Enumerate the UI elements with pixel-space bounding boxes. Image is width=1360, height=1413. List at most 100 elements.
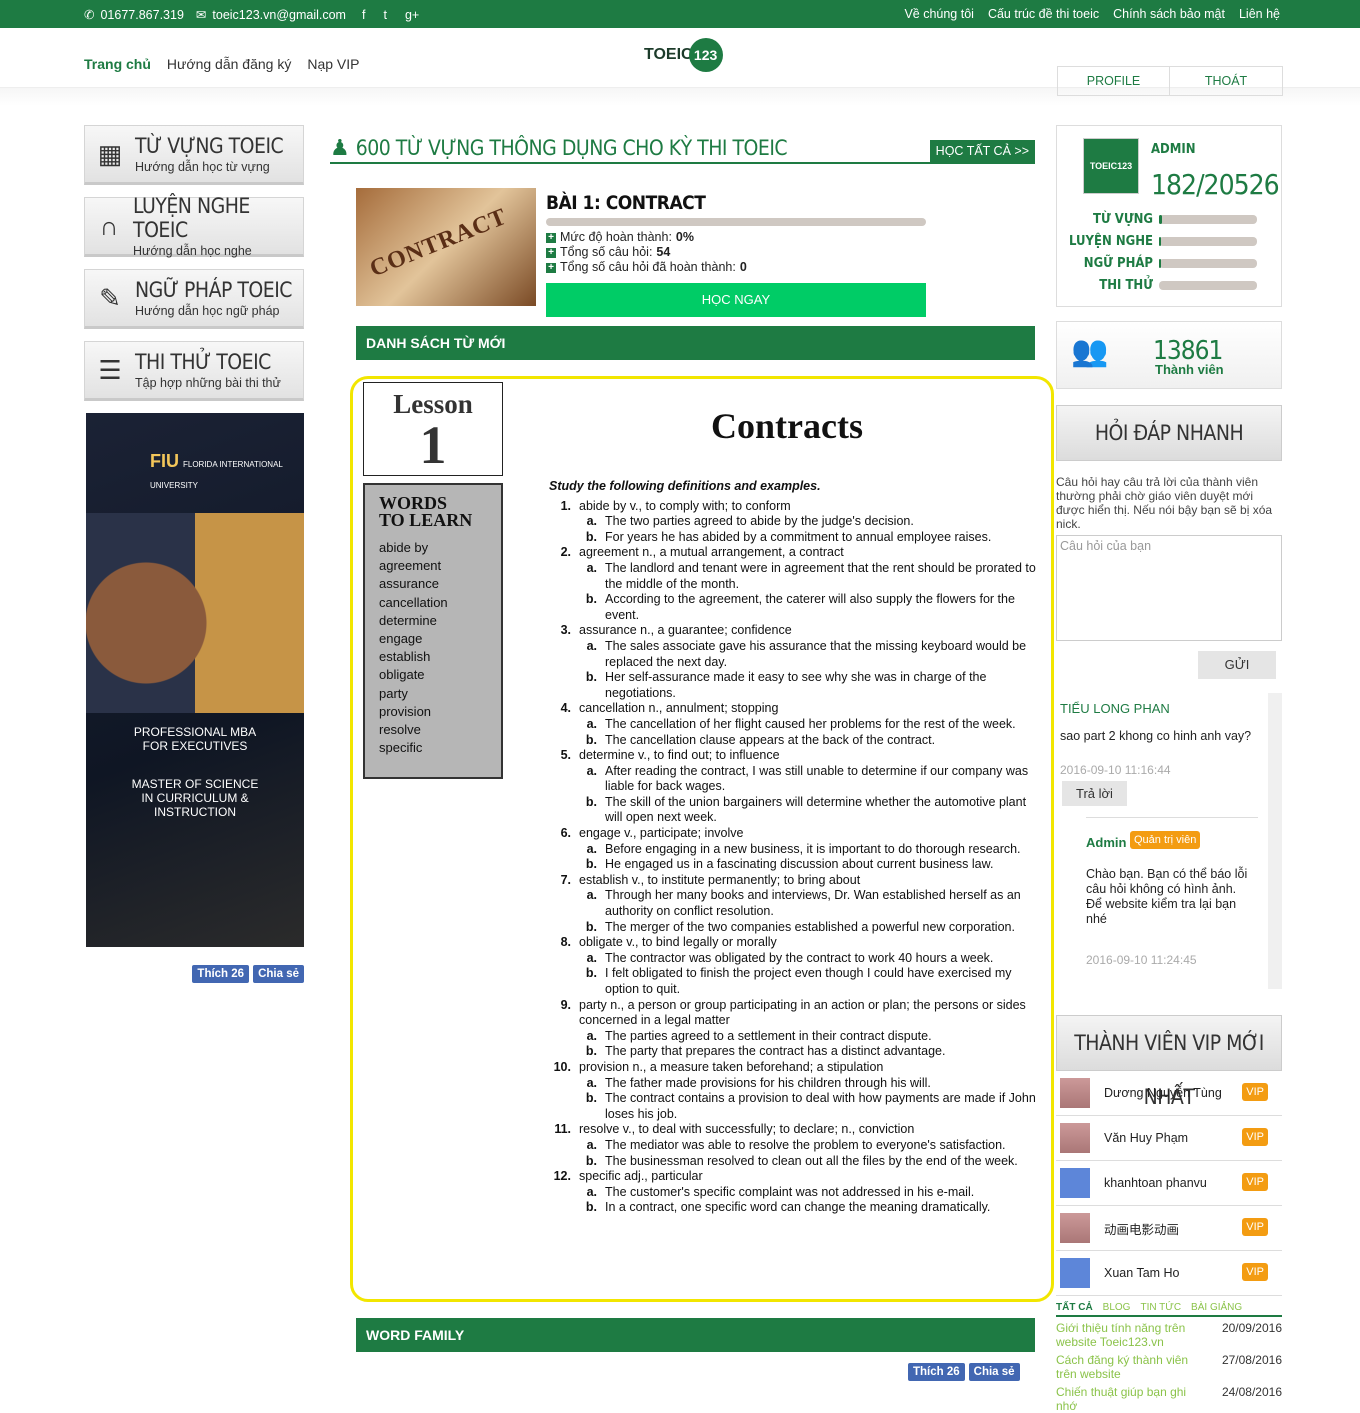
definition-item: 5. determine v., to find out; to influenc… bbox=[549, 748, 1039, 764]
link-exam-structure[interactable]: Cấu trúc đề thi toeic bbox=[988, 7, 1099, 21]
example-letter: b. bbox=[585, 919, 597, 934]
users-icon: 👥 bbox=[1071, 335, 1109, 368]
twitter-icon[interactable]: t bbox=[383, 8, 386, 22]
stat-row: LUYỆN NGHE bbox=[1067, 234, 1257, 249]
item-number: 11. bbox=[554, 1122, 571, 1137]
stat-progress-bar bbox=[1159, 237, 1257, 246]
definition-item: 3. assurance n., a guarantee; confidence bbox=[549, 623, 1039, 639]
learn-all-button[interactable]: HỌC TẤT CẢ >> bbox=[929, 140, 1035, 162]
student-icon: ♟ bbox=[330, 135, 350, 160]
avatar[interactable]: TOEIC123 bbox=[1083, 138, 1139, 194]
vip-member-row[interactable]: khanhtoan phanvu VIP bbox=[1056, 1161, 1282, 1206]
example-sentence: b. The merger of the two companies establ… bbox=[549, 920, 1039, 936]
google-plus-icon[interactable]: g+ bbox=[405, 8, 419, 22]
fiu-advertisement[interactable]: FIU FLORIDA INTERNATIONAL UNIVERSITY PROF… bbox=[86, 413, 304, 947]
example-letter: a. bbox=[586, 514, 597, 529]
qa-note: Câu hỏi hay câu trả lời của thành viên t… bbox=[1056, 475, 1273, 531]
user-profile-card: TOEIC123 ADMIN 182/20526 TỪ VỰNG LUYỆN NG… bbox=[1056, 125, 1282, 307]
grammar-button[interactable]: ✎ NGỮ PHÁP TOEIC Hướng dẫn học ngữ pháp bbox=[84, 269, 304, 329]
logout-button[interactable]: THOÁT bbox=[1170, 67, 1282, 95]
facebook-share-button[interactable]: Chia sẻ bbox=[253, 965, 304, 983]
definition-item: 2. agreement n., a mutual arrangement, a … bbox=[549, 545, 1039, 561]
send-button[interactable]: GỬI bbox=[1198, 651, 1276, 679]
news-title[interactable]: Giới thiệu tính năng trên website Toeic1… bbox=[1056, 1321, 1206, 1349]
vip-members-header: THÀNH VIÊN VIP MỚI NHẤT bbox=[1056, 1015, 1282, 1109]
news-date: 24/08/2016 bbox=[1221, 1385, 1282, 1399]
example-sentence: b. The party that prepares the contract h… bbox=[549, 1044, 1039, 1060]
news-title[interactable]: Cách đăng ký thành viên trên website bbox=[1056, 1353, 1206, 1381]
example-sentence: a. The parties agreed to a settlement in … bbox=[549, 1029, 1039, 1045]
vip-member-row[interactable]: Xuan Tam Ho VIP bbox=[1056, 1251, 1282, 1296]
word-item: determine bbox=[379, 612, 437, 628]
nav-register-guide[interactable]: Hướng dẫn đăng ký bbox=[167, 56, 291, 72]
news-item[interactable]: Chiến thuật giúp bạn ghi nhớ 24/08/2016 bbox=[1056, 1385, 1282, 1413]
example-sentence: a. The contractor was obligated by the co… bbox=[549, 951, 1039, 967]
example-text: The landlord and tenant were in agreemen… bbox=[605, 560, 1036, 591]
nav-home[interactable]: Trang chủ bbox=[84, 56, 151, 72]
news-date: 27/08/2016 bbox=[1221, 1353, 1282, 1367]
link-contact[interactable]: Liên hệ bbox=[1239, 7, 1280, 21]
phone-number: 01677.867.319 bbox=[100, 7, 184, 22]
completed-questions-row: + Tổng số câu hỏi đã hoàn thành: 0 bbox=[546, 260, 926, 275]
question-user[interactable]: TIỂU LONG PHAN bbox=[1060, 701, 1170, 716]
vip-member-name[interactable]: 动画电影动画 bbox=[1104, 1219, 1179, 1238]
vip-member-row[interactable]: Dương Nguyễn Tùng VIP bbox=[1056, 1071, 1282, 1116]
facebook-like-button[interactable]: Thích 26 bbox=[192, 965, 250, 983]
example-letter: a. bbox=[586, 841, 597, 856]
left-sidebar: ▦ TỪ VỰNG TOEIC Hướng dẫn học từ vựng ∩ L… bbox=[84, 125, 304, 983]
news-item[interactable]: Cách đăng ký thành viên trên website 27/0… bbox=[1056, 1353, 1282, 1381]
news-tab[interactable]: BLOG bbox=[1103, 1302, 1131, 1313]
qa-thread[interactable]: TIỂU LONG PHAN sao part 2 khong co hinh … bbox=[1056, 693, 1282, 989]
news-tab[interactable]: BÀI GIẢNG bbox=[1191, 1302, 1242, 1313]
vip-member-name[interactable]: Xuan Tam Ho bbox=[1104, 1266, 1180, 1280]
example-letter: a. bbox=[586, 950, 597, 965]
example-sentence: b. The skill of the union bargainers will… bbox=[549, 795, 1039, 826]
admin-badge: Quản trị viên bbox=[1130, 831, 1201, 849]
example-letter: b. bbox=[585, 670, 597, 685]
example-sentence: a. The sales associate gave his assurance… bbox=[549, 639, 1039, 670]
link-privacy[interactable]: Chính sách bảo mật bbox=[1113, 7, 1225, 21]
link-about[interactable]: Về chúng tôi bbox=[904, 7, 974, 21]
item-number: 3. bbox=[560, 623, 571, 638]
member-count-card: 👥 13861 Thành viên bbox=[1056, 321, 1282, 389]
example-sentence: b. The businessman resolved to clean out … bbox=[549, 1154, 1039, 1170]
abc-blocks-icon: ▦ bbox=[97, 138, 123, 169]
nav-vip[interactable]: Nạp VIP bbox=[307, 56, 359, 72]
email-address: toeic123.vn@gmail.com bbox=[212, 7, 346, 22]
vip-member-row[interactable]: 动画电影动画 VIP bbox=[1056, 1206, 1282, 1251]
reply-button[interactable]: Trả lời bbox=[1062, 781, 1127, 806]
facebook-share-button[interactable]: Chia sẻ bbox=[968, 1363, 1020, 1381]
item-headword: abide by v., to comply with; to conform bbox=[579, 498, 791, 513]
example-sentence: b. In a contract, one specific word can c… bbox=[549, 1200, 1039, 1216]
avatar bbox=[1060, 1168, 1090, 1198]
vip-member-row[interactable]: Văn Huy Phạm VIP bbox=[1056, 1116, 1282, 1161]
vip-member-name[interactable]: khanhtoan phanvu bbox=[1104, 1176, 1207, 1190]
vip-member-name[interactable]: Văn Huy Phạm bbox=[1104, 1131, 1188, 1145]
site-logo[interactable]: TOEIC 123 bbox=[644, 38, 723, 72]
item-number: 12. bbox=[553, 1169, 571, 1184]
facebook-like-button[interactable]: Thích 26 bbox=[908, 1363, 965, 1381]
page-title: 600 TỪ VỰNG THÔNG DỤNG CHO KỲ THI TOEIC bbox=[355, 136, 788, 160]
test-document-icon: ☰ bbox=[98, 354, 122, 385]
news-item[interactable]: Giới thiệu tính năng trên website Toeic1… bbox=[1056, 1321, 1282, 1349]
facebook-icon[interactable]: f bbox=[362, 8, 365, 22]
example-letter: b. bbox=[585, 857, 597, 872]
word-item: resolve bbox=[379, 722, 421, 738]
study-now-button[interactable]: HỌC NGAY bbox=[546, 283, 926, 317]
vip-member-name[interactable]: Dương Nguyễn Tùng bbox=[1104, 1086, 1222, 1100]
example-text: The father made provisions for his child… bbox=[605, 1075, 931, 1090]
vocabulary-button[interactable]: ▦ TỪ VỰNG TOEIC Hướng dẫn học từ vựng bbox=[84, 125, 304, 185]
example-text: The skill of the union bargainers will d… bbox=[605, 794, 1027, 825]
vocabulary-subtitle: Hướng dẫn học từ vựng bbox=[135, 160, 270, 174]
example-text: The parties agreed to a settlement in th… bbox=[605, 1028, 932, 1043]
word-family-header: WORD FAMILY bbox=[356, 1318, 1035, 1352]
listening-button[interactable]: ∩ LUYỆN NGHE TOEIC Hướng dẫn học nghe bbox=[84, 194, 304, 258]
question-input[interactable]: Câu hỏi của bạn bbox=[1056, 535, 1282, 641]
news-tab[interactable]: TIN TỨC bbox=[1140, 1302, 1181, 1313]
news-tab[interactable]: TẤT CẢ bbox=[1056, 1302, 1093, 1313]
news-title[interactable]: Chiến thuật giúp bạn ghi nhớ bbox=[1056, 1385, 1206, 1413]
profile-button[interactable]: PROFILE bbox=[1058, 67, 1170, 95]
vocabulary-title: TỪ VỰNG TOEIC bbox=[135, 134, 284, 158]
grammar-subtitle: Hướng dẫn học ngữ pháp bbox=[135, 304, 280, 318]
practice-test-button[interactable]: ☰ THI THỬ TOEIC Tập hợp những bài thi thử bbox=[84, 341, 304, 401]
